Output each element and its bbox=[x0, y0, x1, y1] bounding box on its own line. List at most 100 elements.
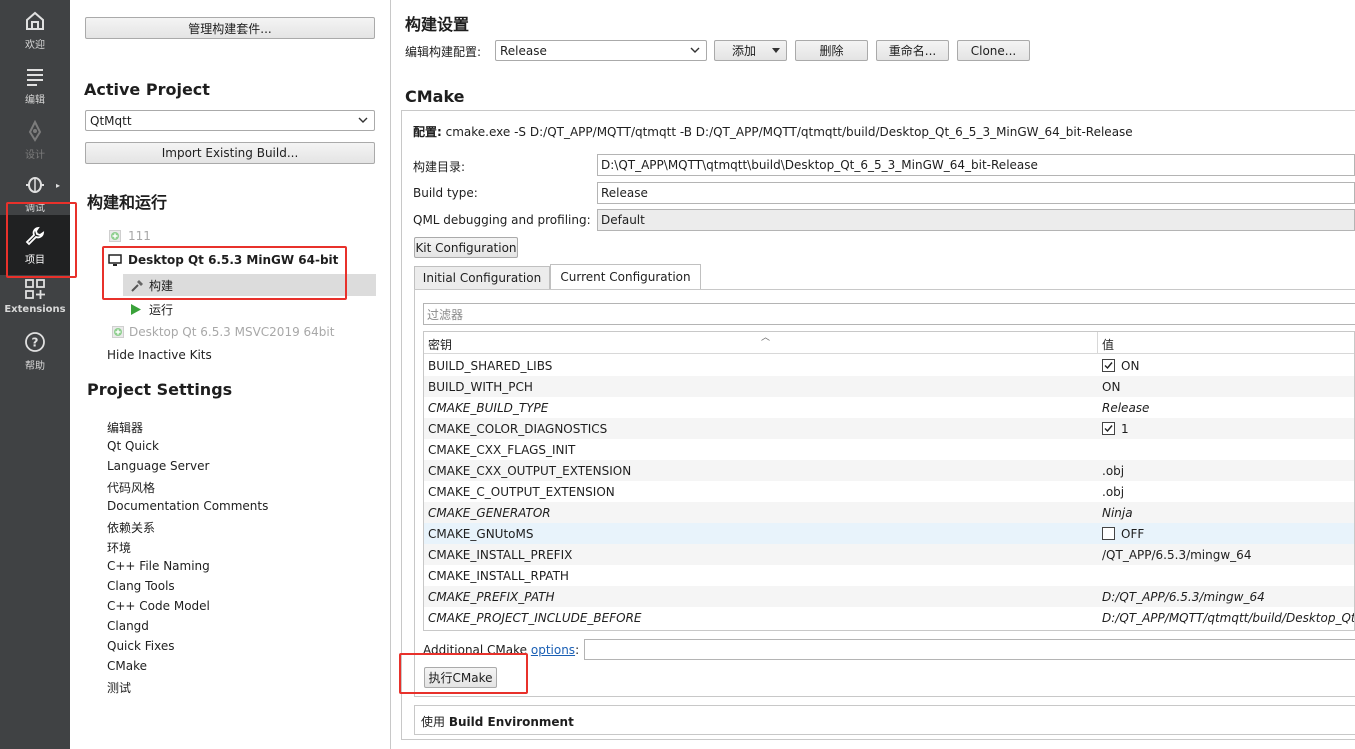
qml-debug-select[interactable]: Default bbox=[597, 209, 1355, 231]
options-link[interactable]: options bbox=[531, 643, 575, 657]
kit-msvc-label: Desktop Qt 6.5.3 MSVC2019 64bit bbox=[129, 325, 335, 339]
project-setting-item[interactable]: Clangd bbox=[107, 619, 149, 633]
table-row[interactable]: CMAKE_PREFIX_PATH D:/QT_APP/6.5.3/mingw_6… bbox=[424, 586, 1354, 607]
kit-configuration-button[interactable]: Kit Configuration bbox=[414, 237, 518, 258]
table-row[interactable]: CMAKE_INSTALL_PREFIX/QT_APP/6.5.3/mingw_… bbox=[424, 544, 1354, 565]
chevron-down-icon bbox=[358, 117, 368, 123]
mode-help[interactable]: ? 帮助 bbox=[0, 321, 70, 373]
kit-build-label: 构建 bbox=[149, 279, 174, 293]
checkbox-checked[interactable] bbox=[1102, 422, 1115, 435]
additional-options-input[interactable] bbox=[584, 639, 1355, 660]
table-row[interactable]: CMAKE_CXX_FLAGS_INIT bbox=[424, 439, 1354, 460]
mode-projects[interactable]: 项目 bbox=[0, 215, 70, 275]
manage-kits-button[interactable]: 管理构建套件... bbox=[85, 17, 375, 39]
row-value[interactable]: D:/QT_APP/MQTT/qtmqtt/build/Desktop_Qt_6… bbox=[1102, 611, 1354, 625]
home-icon bbox=[26, 11, 44, 30]
additional-colon: : bbox=[575, 643, 580, 657]
hide-inactive-kits[interactable]: Hide Inactive Kits bbox=[107, 348, 212, 362]
run-icon bbox=[131, 304, 141, 315]
row-key: CMAKE_PROJECT_INCLUDE_BEFORE bbox=[428, 610, 642, 625]
row-value[interactable]: /QT_APP/6.5.3/mingw_64 bbox=[1102, 548, 1251, 562]
project-setting-item[interactable]: Qt Quick bbox=[107, 439, 159, 453]
table-row[interactable]: CMAKE_CXX_OUTPUT_EXTENSION .obj bbox=[424, 460, 1354, 481]
project-setting-item[interactable]: Language Server bbox=[107, 459, 209, 473]
mode-extensions[interactable]: Extensions bbox=[0, 268, 70, 320]
add-config-label: 添加 bbox=[732, 44, 757, 58]
build-config-value: Release bbox=[500, 43, 547, 58]
table-row[interactable]: CMAKE_COLOR_DIAGNOSTICS 1 bbox=[424, 418, 1354, 439]
row-value[interactable]: .obj bbox=[1102, 485, 1124, 499]
remove-config-button[interactable]: 删除 bbox=[795, 40, 868, 61]
help-icon: ? bbox=[25, 332, 45, 352]
table-row[interactable]: CMAKE_INSTALL_RPATH bbox=[424, 565, 1354, 586]
row-value[interactable]: D:/QT_APP/6.5.3/mingw_64 bbox=[1102, 590, 1265, 604]
kit-111[interactable]: 111 bbox=[109, 229, 151, 243]
table-row[interactable]: CMAKE_PROJECT_INCLUDE_BEFORE D:/QT_APP/MQ… bbox=[424, 607, 1354, 628]
project-setting-item[interactable]: 依赖关系 bbox=[107, 519, 155, 536]
project-setting-item[interactable]: CMake bbox=[107, 659, 147, 673]
kit-msvc[interactable]: Desktop Qt 6.5.3 MSVC2019 64bit bbox=[112, 325, 334, 339]
table-row[interactable]: CMAKE_BUILD_TYPE Release bbox=[424, 397, 1354, 418]
project-setting-item[interactable]: 代码风格 bbox=[107, 479, 155, 496]
project-setting-item[interactable]: C++ File Naming bbox=[107, 559, 210, 573]
table-row[interactable]: CMAKE_GENERATOR Ninja bbox=[424, 502, 1354, 523]
project-setting-item[interactable]: 编辑器 bbox=[107, 419, 143, 436]
build-config-select[interactable]: Release bbox=[495, 40, 707, 61]
tab-initial-configuration[interactable]: Initial Configuration bbox=[414, 266, 550, 290]
kit-run-label: 运行 bbox=[149, 303, 174, 317]
row-value[interactable]: ON bbox=[1102, 359, 1139, 373]
project-setting-item[interactable]: Quick Fixes bbox=[107, 639, 174, 653]
mode-design[interactable]: 设计 bbox=[0, 110, 70, 162]
kit-build-item[interactable]: 构建 bbox=[130, 277, 173, 294]
edit-icon bbox=[27, 69, 43, 86]
kit-run-item[interactable]: 运行 bbox=[130, 301, 173, 318]
project-setting-item[interactable]: Clang Tools bbox=[107, 579, 175, 593]
checkbox-checked[interactable] bbox=[1102, 359, 1115, 372]
import-build-button[interactable]: Import Existing Build... bbox=[85, 142, 375, 164]
cmake-variables-table[interactable]: ︿ 密钥 值 BUILD_SHARED_LIBS ON BUILD_WITH_PCH… bbox=[423, 331, 1355, 631]
add-config-button[interactable]: 添加 bbox=[714, 40, 787, 61]
clone-config-button[interactable]: Clone... bbox=[957, 40, 1030, 61]
filter-input[interactable]: 过滤器 bbox=[423, 303, 1355, 325]
edit-config-label: 编辑构建配置: bbox=[405, 45, 482, 59]
column-header-value[interactable]: 值 bbox=[1102, 336, 1114, 353]
build-type-field[interactable]: Release bbox=[597, 182, 1355, 204]
project-setting-item[interactable]: 环境 bbox=[107, 539, 131, 556]
mode-design-label: 设计 bbox=[25, 150, 45, 161]
kit-mingw[interactable]: Desktop Qt 6.5.3 MinGW 64-bit bbox=[108, 253, 338, 267]
table-row[interactable]: BUILD_WITH_PCH ON bbox=[424, 376, 1354, 397]
column-header-key[interactable]: 密钥 bbox=[428, 336, 452, 353]
row-key: CMAKE_CXX_FLAGS_INIT bbox=[428, 442, 576, 457]
row-value[interactable]: Ninja bbox=[1102, 506, 1133, 520]
row-value[interactable]: .obj bbox=[1102, 464, 1124, 478]
table-row[interactable]: CMAKE_GNUtoMS OFF bbox=[424, 523, 1354, 544]
row-value[interactable]: OFF bbox=[1102, 527, 1144, 541]
mode-edit[interactable]: 编辑 bbox=[0, 55, 70, 107]
active-project-select[interactable]: QtMqtt bbox=[85, 110, 375, 131]
table-row[interactable]: CMAKE_C_OUTPUT_EXTENSION .obj bbox=[424, 481, 1354, 502]
tab-current-configuration[interactable]: Current Configuration bbox=[550, 264, 701, 290]
plus-icon bbox=[109, 230, 121, 242]
checkbox-unchecked[interactable] bbox=[1102, 527, 1115, 540]
table-row[interactable]: BUILD_SHARED_LIBS ON bbox=[424, 355, 1354, 376]
project-setting-item[interactable]: Documentation Comments bbox=[107, 499, 268, 513]
mode-projects-label: 项目 bbox=[25, 255, 45, 266]
project-setting-item[interactable]: C++ Code Model bbox=[107, 599, 210, 613]
row-value-text: 1 bbox=[1121, 421, 1129, 436]
mode-welcome-label: 欢迎 bbox=[25, 40, 45, 51]
mode-help-label: 帮助 bbox=[25, 361, 45, 372]
row-value[interactable]: Release bbox=[1102, 401, 1149, 415]
column-divider[interactable] bbox=[1097, 332, 1098, 354]
build-environment-title: Build Environment bbox=[448, 715, 574, 729]
build-dir-label: 构建目录: bbox=[413, 160, 466, 174]
build-dir-field[interactable]: D:\QT_APP\MQTT\qtmqtt\build\Desktop_Qt_6… bbox=[597, 154, 1355, 176]
row-value[interactable]: ON bbox=[1102, 380, 1120, 394]
mode-welcome[interactable]: 欢迎 bbox=[0, 0, 70, 52]
run-cmake-button[interactable]: 执行CMake bbox=[424, 667, 497, 688]
row-value[interactable]: 1 bbox=[1102, 422, 1129, 436]
project-setting-item[interactable]: 测试 bbox=[107, 679, 131, 696]
rename-config-button[interactable]: 重命名... bbox=[876, 40, 949, 61]
row-key: CMAKE_INSTALL_RPATH bbox=[428, 568, 569, 583]
pane-divider[interactable] bbox=[390, 0, 391, 749]
row-value-text: ON bbox=[1102, 379, 1121, 394]
